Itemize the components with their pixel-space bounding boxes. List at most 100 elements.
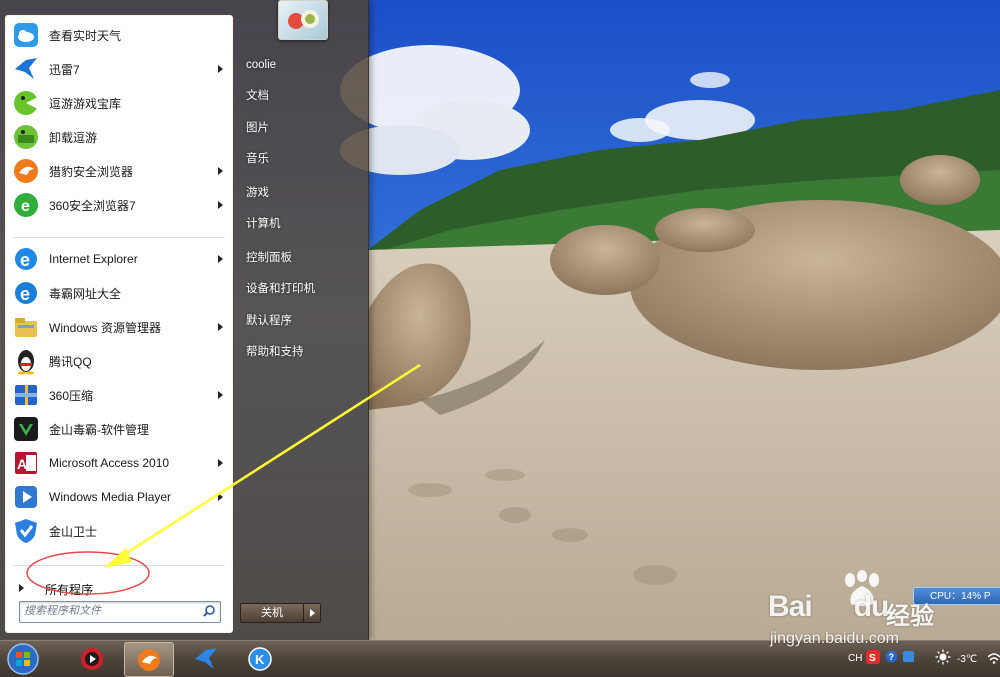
sogou-input-icon[interactable]: S: [866, 650, 880, 667]
right-link-default-programs[interactable]: 默认程序: [240, 309, 364, 333]
submenu-arrow-icon[interactable]: [218, 65, 223, 73]
program-item-software-manager[interactable]: 金山毒霸-软件管理: [7, 413, 231, 445]
expand-arrow-icon: [19, 584, 24, 592]
access-icon: A: [11, 448, 41, 478]
svg-text:e: e: [21, 198, 30, 215]
submenu-arrow-icon[interactable]: [218, 391, 223, 399]
watermark-brand: Bai du: [768, 590, 889, 623]
program-label: 毒霸网址大全: [49, 286, 122, 301]
program-label: 逗游游戏宝库: [49, 96, 122, 111]
program-label: 金山毒霸-软件管理: [49, 422, 149, 437]
right-link-games[interactable]: 游戏: [240, 181, 364, 205]
right-link-pictures[interactable]: 图片: [240, 116, 364, 140]
tray-language[interactable]: CH: [848, 653, 862, 664]
360-zip-icon: [11, 380, 41, 410]
program-item-weather[interactable]: 查看实时天气: [7, 19, 231, 51]
program-item-game-treasury[interactable]: 逗游游戏宝库: [7, 87, 231, 119]
program-item-internet-explorer[interactable]: e Internet Explorer: [7, 243, 231, 275]
game-treasury-icon: [11, 88, 41, 118]
svg-text:e: e: [20, 250, 30, 270]
start-menu-program-list: 查看实时天气 迅雷7 逗游游戏宝库 卸载逗游 猎豹安全浏览器 e 360安全浏览…: [4, 14, 234, 634]
windows-explorer-icon: [11, 312, 41, 342]
program-item-duba-url[interactable]: e 毒霸网址大全: [7, 277, 231, 309]
program-item-cheetah-browser[interactable]: 猎豹安全浏览器: [7, 155, 231, 187]
search-programs-input[interactable]: [24, 603, 194, 619]
software-manager-icon: [11, 414, 41, 444]
taskbar-k-player[interactable]: K: [236, 642, 284, 675]
program-label: Internet Explorer: [49, 252, 138, 266]
wifi-icon[interactable]: [987, 649, 1000, 668]
program-item-kingsoft-guard[interactable]: 金山卫士: [7, 515, 231, 547]
taskbar-media-player[interactable]: [68, 642, 116, 675]
program-item-windows-explorer[interactable]: Windows 资源管理器: [7, 311, 231, 343]
svg-text:A: A: [17, 456, 27, 472]
program-label: 360压缩: [49, 388, 94, 403]
program-label: 腾讯QQ: [49, 354, 92, 369]
start-orb-button[interactable]: [0, 642, 46, 675]
program-item-xunlei[interactable]: 迅雷7: [7, 53, 231, 85]
submenu-arrow-icon[interactable]: [218, 323, 223, 331]
right-link-control-panel[interactable]: 控制面板: [240, 246, 364, 270]
uninstall-game-icon: [11, 122, 41, 152]
weather-icon: [11, 20, 41, 50]
360-browser-icon: e: [11, 190, 41, 220]
xunlei-bird-icon: [11, 54, 41, 84]
submenu-arrow-icon[interactable]: [218, 255, 223, 263]
help-icon[interactable]: ?: [885, 650, 898, 666]
search-icon[interactable]: [202, 604, 216, 621]
program-item-uninstall-game[interactable]: 卸载逗游: [7, 121, 231, 153]
right-link-help-support[interactable]: 帮助和支持: [240, 340, 364, 364]
xunlei-bird-icon: [195, 647, 217, 669]
program-item-360-browser[interactable]: e 360安全浏览器7: [7, 189, 231, 221]
program-label: 猎豹安全浏览器: [49, 164, 134, 179]
start-menu: 查看实时天气 迅雷7 逗游游戏宝库 卸载逗游 猎豹安全浏览器 e 360安全浏览…: [0, 0, 369, 640]
submenu-arrow-icon[interactable]: [218, 459, 223, 467]
program-label: Microsoft Access 2010: [49, 456, 170, 470]
divider: [13, 237, 225, 238]
program-item-360-zip[interactable]: 360压缩: [7, 379, 231, 411]
baidu-jingyan-watermark: Bai du 经验 jingyan.baidu.com: [768, 570, 958, 650]
right-link-user[interactable]: coolie: [240, 53, 364, 77]
submenu-arrow-icon[interactable]: [218, 201, 223, 209]
program-item-qq[interactable]: 腾讯QQ: [7, 345, 231, 377]
watermark-url: jingyan.baidu.com: [770, 630, 899, 647]
cheetah-browser-icon: [11, 156, 41, 186]
svg-text:S: S: [869, 653, 876, 664]
submenu-arrow-icon[interactable]: [218, 167, 223, 175]
internet-explorer-icon: e: [11, 244, 41, 274]
program-label: 查看实时天气: [49, 28, 122, 43]
divider: [13, 565, 225, 566]
taskbar-cheetah-browser[interactable]: [124, 642, 174, 677]
user-avatar[interactable]: [278, 0, 328, 40]
program-item-access[interactable]: A Microsoft Access 2010: [7, 447, 231, 479]
program-label: 迅雷7: [49, 62, 80, 77]
program-label: 卸载逗游: [49, 130, 98, 145]
media-player-icon: [11, 482, 41, 512]
k-player-icon: K: [248, 646, 272, 671]
taskbar-xunlei[interactable]: [182, 642, 230, 675]
kingsoft-guard-icon: [11, 516, 41, 546]
right-link-documents[interactable]: 文档: [240, 84, 364, 108]
windows-logo-icon: [7, 642, 39, 675]
shutdown-button[interactable]: 关机: [240, 603, 304, 623]
submenu-arrow-icon[interactable]: [218, 493, 223, 501]
svg-text:K: K: [255, 652, 265, 667]
cheetah-browser-icon: [138, 648, 160, 671]
shutdown-options-arrow-icon[interactable]: [303, 603, 321, 623]
weather-sun-icon[interactable]: [935, 649, 951, 668]
svg-text:e: e: [20, 284, 30, 304]
svg-text:?: ?: [889, 652, 895, 662]
program-label: Windows Media Player: [49, 490, 172, 504]
program-label: 360安全浏览器7: [49, 198, 136, 213]
right-link-music[interactable]: 音乐: [240, 147, 364, 171]
program-item-media-player[interactable]: Windows Media Player: [7, 481, 231, 513]
temperature-readout[interactable]: -3℃: [957, 654, 977, 665]
right-link-devices-printers[interactable]: 设备和打印机: [240, 277, 364, 301]
all-programs-button[interactable]: 所有程序: [5, 571, 233, 601]
program-label: Windows 资源管理器: [49, 320, 162, 335]
watermark-sub: 经验: [886, 602, 934, 630]
media-player-red-icon: [81, 647, 103, 670]
right-link-computer[interactable]: 计算机: [240, 212, 364, 236]
search-programs-box[interactable]: [19, 601, 221, 623]
tray-app-icon[interactable]: [902, 650, 915, 666]
